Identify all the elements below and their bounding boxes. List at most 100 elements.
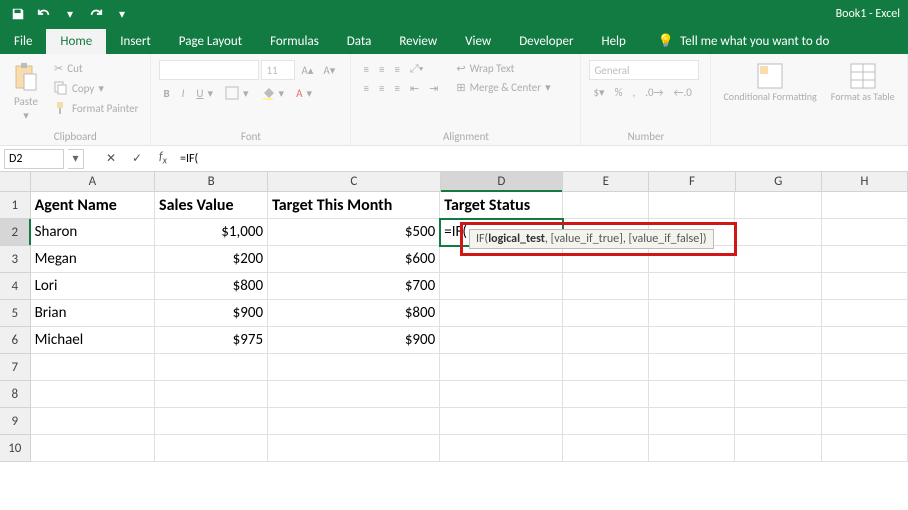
decrease-font-button[interactable]: A▾ (319, 60, 339, 80)
increase-decimal-button[interactable]: .0→ (641, 84, 667, 101)
cell-D4[interactable] (440, 273, 563, 300)
wrap-text-button[interactable]: ↩Wrap Text (452, 60, 554, 77)
cell-G3[interactable] (735, 246, 821, 273)
cell-D8[interactable] (440, 381, 563, 408)
cell-D7[interactable] (440, 354, 563, 381)
decrease-decimal-button[interactable]: ←.0 (670, 84, 696, 101)
col-header-B[interactable]: B (155, 172, 268, 191)
cell-B10[interactable] (155, 435, 268, 462)
cell-A10[interactable] (31, 435, 155, 462)
cell-A5[interactable]: Brian (31, 300, 155, 327)
row-header-9[interactable]: 9 (0, 408, 31, 435)
undo-button[interactable] (32, 2, 56, 26)
cell-B4[interactable]: $800 (155, 273, 268, 300)
row-header-10[interactable]: 10 (0, 435, 31, 462)
tell-me[interactable]: 💡 Tell me what you want to do (648, 29, 840, 54)
cell-B7[interactable] (155, 354, 268, 381)
cell-B9[interactable] (155, 408, 268, 435)
cell-G10[interactable] (735, 435, 821, 462)
cell-B1[interactable]: Sales Value (155, 192, 268, 219)
bold-button[interactable]: B (159, 84, 173, 102)
cell-D9[interactable] (440, 408, 563, 435)
increase-font-button[interactable]: A▴ (297, 60, 317, 80)
tab-insert[interactable]: Insert (106, 29, 165, 54)
cell-D5[interactable] (440, 300, 563, 327)
row-header-1[interactable]: 1 (0, 192, 31, 219)
italic-button[interactable]: I (178, 84, 189, 102)
cell-F1[interactable] (649, 192, 735, 219)
cell-B2[interactable]: $1,000 (155, 219, 268, 246)
tab-developer[interactable]: Developer (505, 29, 587, 54)
cell-C6[interactable]: $900 (268, 327, 440, 354)
cell-F9[interactable] (649, 408, 735, 435)
fill-color-button[interactable]: ▾ (257, 84, 289, 102)
cell-G7[interactable] (735, 354, 821, 381)
cell-H3[interactable] (822, 246, 908, 273)
cell-E6[interactable] (563, 327, 649, 354)
conditional-formatting-button[interactable]: Conditional Formatting (719, 60, 820, 104)
cell-A2[interactable]: Sharon (31, 219, 155, 246)
cell-C1[interactable]: Target This Month (268, 192, 440, 219)
align-top-button[interactable]: ≡ (359, 60, 372, 78)
row-header-4[interactable]: 4 (0, 273, 31, 300)
cell-A3[interactable]: Megan (31, 246, 155, 273)
select-all-button[interactable] (0, 172, 31, 191)
underline-button[interactable]: U ▾ (192, 84, 217, 102)
cell-A7[interactable] (31, 354, 155, 381)
fx-button[interactable]: fx (150, 148, 176, 170)
cancel-button[interactable]: ✕ (98, 148, 124, 170)
col-header-F[interactable]: F (649, 172, 735, 191)
cell-H1[interactable] (822, 192, 908, 219)
cell-C2[interactable]: $500 (268, 219, 440, 246)
cell-E5[interactable] (563, 300, 649, 327)
cell-D6[interactable] (440, 327, 563, 354)
cell-G9[interactable] (735, 408, 821, 435)
cell-F10[interactable] (649, 435, 735, 462)
cell-F4[interactable] (649, 273, 735, 300)
name-box-dropdown[interactable]: ▾ (68, 149, 84, 169)
align-right-button[interactable]: ≡ (390, 80, 403, 97)
redo-button[interactable] (84, 2, 108, 26)
currency-button[interactable]: $▾ (589, 84, 608, 101)
cell-E9[interactable] (563, 408, 649, 435)
cell-H8[interactable] (822, 381, 908, 408)
align-left-button[interactable]: ≡ (359, 80, 372, 97)
tab-home[interactable]: Home (46, 29, 106, 54)
align-middle-button[interactable]: ≡ (375, 60, 388, 78)
col-header-G[interactable]: G (736, 172, 822, 191)
cell-F5[interactable] (649, 300, 735, 327)
increase-indent-button[interactable]: ⇥ (425, 80, 442, 97)
cell-B5[interactable]: $900 (155, 300, 268, 327)
cell-H10[interactable] (822, 435, 908, 462)
row-header-3[interactable]: 3 (0, 246, 31, 273)
comma-button[interactable]: , (628, 84, 639, 101)
cell-F7[interactable] (649, 354, 735, 381)
cell-C8[interactable] (268, 381, 440, 408)
cell-C4[interactable]: $700 (268, 273, 440, 300)
tab-review[interactable]: Review (385, 29, 451, 54)
cell-A8[interactable] (31, 381, 155, 408)
name-box[interactable]: D2 (4, 149, 64, 169)
save-button[interactable] (6, 2, 30, 26)
format-painter-button[interactable]: Format Painter (50, 99, 142, 117)
col-header-C[interactable]: C (268, 172, 440, 191)
cell-D1[interactable]: Target Status (440, 192, 563, 219)
formula-bar-input[interactable]: =IF( (176, 149, 908, 169)
border-button[interactable]: ▾ (221, 84, 253, 102)
col-header-H[interactable]: H (822, 172, 908, 191)
align-center-button[interactable]: ≡ (375, 80, 388, 97)
cell-F6[interactable] (649, 327, 735, 354)
cell-A6[interactable]: Michael (31, 327, 155, 354)
copy-button[interactable]: Copy ▾ (50, 79, 142, 97)
cell-A9[interactable] (31, 408, 155, 435)
percent-button[interactable]: % (611, 84, 627, 101)
cell-B6[interactable]: $975 (155, 327, 268, 354)
cell-H7[interactable] (822, 354, 908, 381)
paste-button[interactable]: Paste ▾ (8, 60, 44, 124)
col-header-E[interactable]: E (563, 172, 649, 191)
cell-H6[interactable] (822, 327, 908, 354)
cell-A1[interactable]: Agent Name (31, 192, 155, 219)
number-format-select[interactable]: General (589, 60, 699, 80)
cell-G8[interactable] (735, 381, 821, 408)
cell-H4[interactable] (822, 273, 908, 300)
